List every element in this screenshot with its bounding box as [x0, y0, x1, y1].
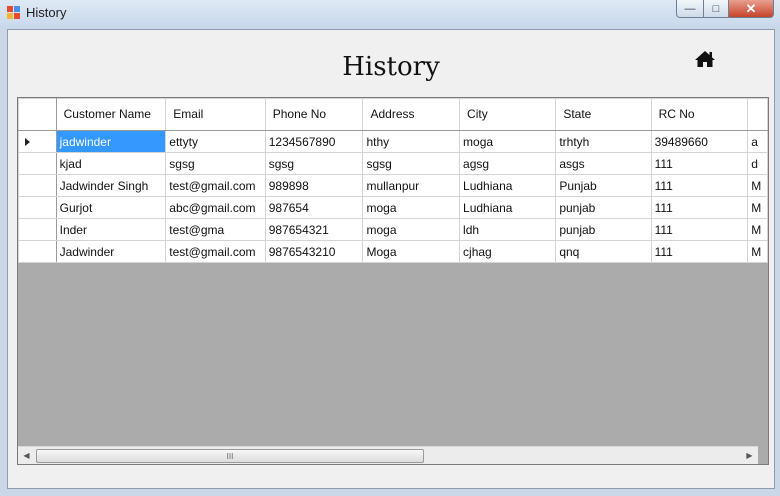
row-header[interactable] — [18, 240, 57, 263]
table-cell[interactable]: 39489660 — [650, 130, 749, 153]
row-header-selected[interactable] — [18, 130, 57, 153]
table-cell[interactable]: qnq — [555, 240, 652, 263]
table-cell[interactable]: mullanpur — [362, 174, 461, 197]
table-cell[interactable]: Jadwinder — [55, 240, 167, 263]
current-row-indicator-icon — [25, 137, 30, 146]
table-cell[interactable]: sgsg — [362, 152, 461, 175]
column-header-rc-no[interactable]: RC No — [650, 98, 749, 131]
table-cell[interactable]: 987654321 — [264, 218, 364, 241]
table-cell[interactable]: punjab — [555, 196, 652, 219]
header-row: Customer Name Email Phone No Address Cit… — [18, 98, 768, 131]
column-header-phone-no[interactable]: Phone No — [264, 98, 364, 131]
table-row[interactable]: jadwinder ettyty 1234567890 hthy moga tr… — [18, 130, 768, 153]
table-cell[interactable]: 987654 — [264, 196, 364, 219]
table-cell[interactable]: abc@gmail.com — [165, 196, 266, 219]
table-cell[interactable]: 111 — [650, 240, 749, 263]
table-cell[interactable]: moga — [459, 130, 557, 153]
table-cell[interactable]: Jadwinder Singh — [55, 174, 167, 197]
table-cell[interactable]: moga — [362, 218, 461, 241]
table-cell[interactable]: M — [747, 174, 768, 197]
row-header[interactable] — [18, 218, 57, 241]
column-header-email[interactable]: Email — [165, 98, 266, 131]
window-frame: History Customer Name Email Phone No Add… — [0, 26, 780, 496]
row-header[interactable] — [18, 174, 57, 197]
table-row[interactable]: Jadwinder Singh test@gmail.com 989898 mu… — [18, 174, 768, 197]
table-cell[interactable]: Moga — [362, 240, 461, 263]
history-data-grid[interactable]: Customer Name Email Phone No Address Cit… — [17, 97, 769, 465]
maximize-button[interactable]: □ — [704, 0, 729, 18]
table-cell[interactable]: a — [747, 130, 768, 153]
row-header[interactable] — [18, 196, 57, 219]
home-icon[interactable] — [694, 50, 716, 68]
table-cell[interactable]: moga — [362, 196, 461, 219]
scroll-left-arrow-icon[interactable]: ◀ — [18, 447, 35, 464]
table-cell[interactable]: Gurjot — [55, 196, 167, 219]
app-icon — [7, 6, 20, 19]
table-cell[interactable]: ldh — [459, 218, 557, 241]
table-cell[interactable]: test@gma — [165, 218, 266, 241]
table-row[interactable]: kjad sgsg sgsg sgsg agsg asgs 111 d — [18, 152, 768, 175]
form-client-area: History Customer Name Email Phone No Add… — [7, 29, 775, 489]
table-cell[interactable]: punjab — [555, 218, 652, 241]
table-row[interactable]: Inder test@gma 987654321 moga ldh punjab… — [18, 218, 768, 241]
table-cell[interactable]: ettyty — [165, 130, 266, 153]
table-cell[interactable]: 111 — [650, 152, 749, 175]
table-cell[interactable]: kjad — [55, 152, 167, 175]
table-cell[interactable]: 989898 — [264, 174, 364, 197]
table-row[interactable]: Jadwinder test@gmail.com 9876543210 Moga… — [18, 240, 768, 263]
close-button[interactable]: ✕ — [729, 0, 774, 18]
table-row[interactable]: Gurjot abc@gmail.com 987654 moga Ludhian… — [18, 196, 768, 219]
table-cell[interactable]: trhtyh — [555, 130, 652, 153]
column-header-address[interactable]: Address — [362, 98, 461, 131]
table-cell[interactable]: asgs — [555, 152, 652, 175]
table-cell[interactable]: cjhag — [459, 240, 557, 263]
table-cell[interactable]: sgsg — [165, 152, 266, 175]
table-cell[interactable]: sgsg — [264, 152, 364, 175]
table-cell[interactable]: Inder — [55, 218, 167, 241]
table-cell[interactable]: Ludhiana — [459, 196, 557, 219]
row-header[interactable] — [18, 152, 57, 175]
table-cell[interactable]: test@gmail.com — [165, 240, 266, 263]
table-cell[interactable]: Ludhiana — [459, 174, 557, 197]
table-cell[interactable]: hthy — [362, 130, 461, 153]
scroll-right-arrow-icon[interactable]: ▶ — [741, 447, 758, 464]
table-cell[interactable]: test@gmail.com — [165, 174, 266, 197]
column-header-state[interactable]: State — [555, 98, 652, 131]
column-header-customer-name[interactable]: Customer Name — [55, 98, 167, 131]
table-cell[interactable]: 111 — [650, 218, 749, 241]
table-cell[interactable]: agsg — [459, 152, 557, 175]
table-cell[interactable]: M — [747, 218, 768, 241]
table-cell[interactable]: 1234567890 — [264, 130, 364, 153]
window-title: History — [26, 5, 67, 20]
title-bar: History — □ ✕ — [0, 0, 780, 27]
table-cell[interactable]: M — [747, 196, 768, 219]
table-cell-selected[interactable]: jadwinder — [55, 130, 167, 153]
history-table: Customer Name Email Phone No Address Cit… — [18, 98, 768, 263]
scrollbar-thumb[interactable]: III — [36, 449, 424, 463]
table-cell[interactable]: 111 — [650, 196, 749, 219]
table-cell[interactable]: 9876543210 — [264, 240, 364, 263]
table-cell[interactable]: Punjab — [555, 174, 652, 197]
table-cell[interactable]: M — [747, 240, 768, 263]
page-title: History — [342, 52, 440, 82]
minimize-button[interactable]: — — [676, 0, 704, 18]
column-header-city[interactable]: City — [459, 98, 557, 131]
column-header-overflow[interactable] — [747, 98, 768, 131]
corner-header-cell[interactable] — [18, 98, 57, 131]
horizontal-scrollbar[interactable]: ◀ III ▶ — [18, 446, 758, 464]
table-cell[interactable]: 111 — [650, 174, 749, 197]
window-controls: — □ ✕ — [676, 0, 774, 18]
table-cell[interactable]: d — [747, 152, 768, 175]
